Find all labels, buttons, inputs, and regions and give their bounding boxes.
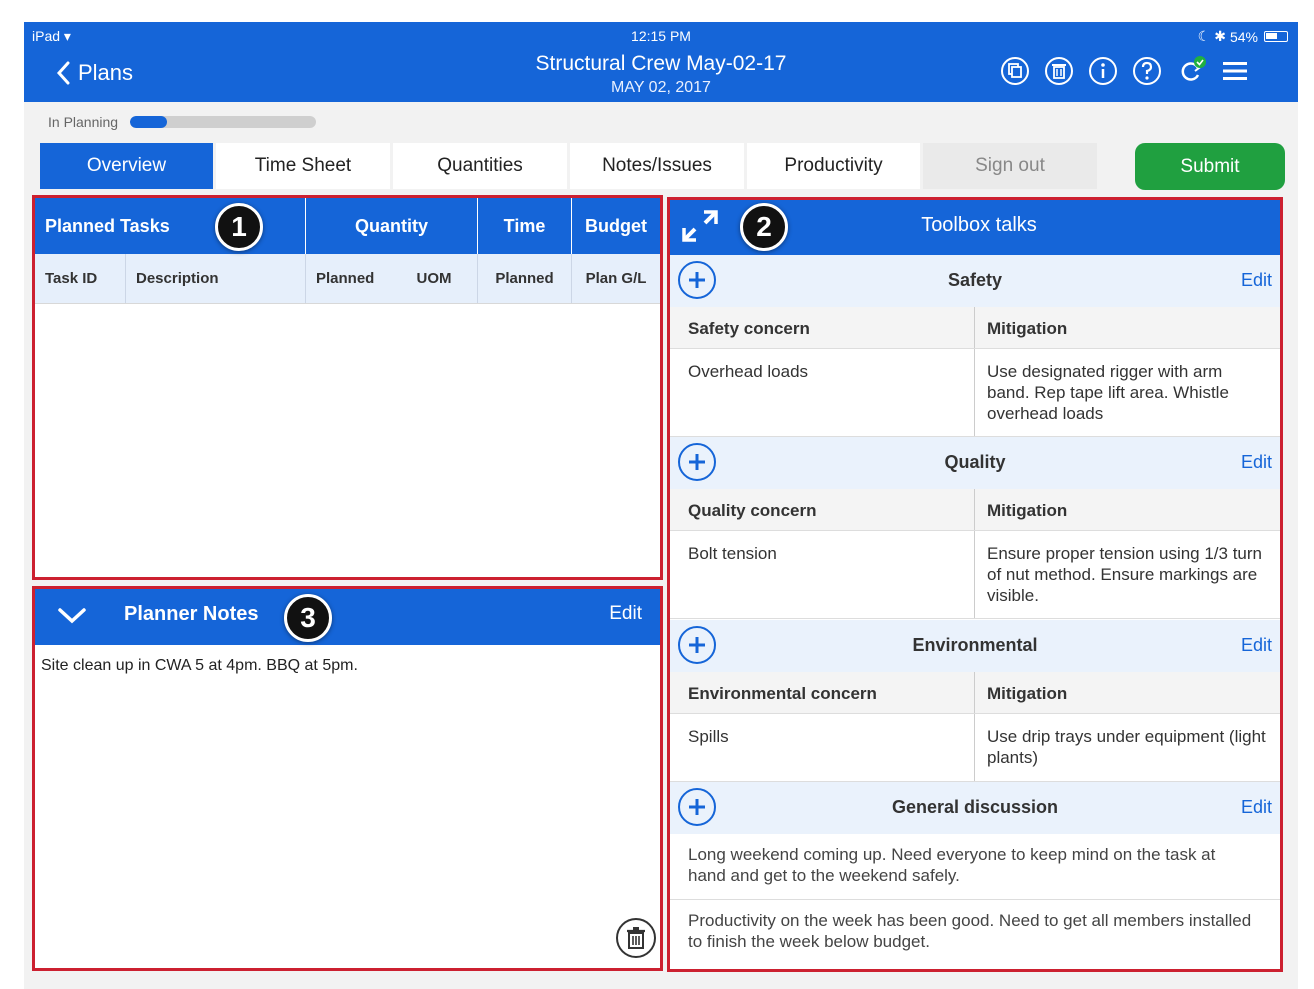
plan-progress-fill [130,116,168,128]
col-quantity-planned[interactable]: Planned [305,254,391,303]
planned-tasks-columns: Task ID Description Planned UOM Planned … [35,254,660,304]
safety-mitigation: Use designated rigger with arm band. Rep… [987,362,1229,423]
safety-section-header: Safety Edit [670,255,1280,307]
discussion-item[interactable]: Productivity on the week has been good. … [670,900,1280,969]
status-time: 12:15 PM [631,28,691,44]
toolbox-talks-panel: Toolbox talks 2 Safety Edit Safety conce… [667,197,1283,972]
environmental-concern: Spills [688,727,729,746]
quality-column-header: Quality concern Mitigation [670,489,1280,531]
info-icon[interactable] [1088,56,1118,86]
plan-status: In Planning [48,114,317,130]
quality-concern: Bolt tension [688,544,777,563]
environmental-title: Environmental [912,635,1038,655]
col-task-id[interactable]: Task ID [35,254,125,303]
plan-status-label: In Planning [48,114,119,130]
tab-notes-issues[interactable]: Notes/Issues [570,143,744,189]
planner-notes-edit-button[interactable]: Edit [609,603,642,625]
safety-column-header: Safety concern Mitigation [670,307,1280,349]
battery-percent: 54% [1229,28,1258,45]
chevron-down-icon[interactable] [57,606,87,626]
environmental-edit-button[interactable]: Edit [1241,635,1272,656]
tab-quantities[interactable]: Quantities [393,143,567,189]
battery-icon [1264,31,1288,42]
quality-edit-button[interactable]: Edit [1241,452,1272,473]
tab-overview[interactable]: Overview [40,143,213,189]
submit-button[interactable]: Submit [1135,143,1285,190]
planner-notes-text[interactable]: Site clean up in CWA 5 at 4pm. BBQ at 5p… [41,657,358,675]
callout-badge-2: 2 [740,203,788,251]
safety-edit-button[interactable]: Edit [1241,270,1272,291]
tab-sign-out[interactable]: Sign out [923,143,1097,189]
quality-title: Quality [944,452,1006,472]
planned-tasks-panel: Planned Tasks Quantity Time Budget Task … [32,195,663,580]
plan-progress-bar [130,116,317,128]
quality-section-header: Quality Edit [670,437,1280,489]
environmental-mitigation: Use drip trays under equipment (light pl… [987,727,1266,767]
planner-notes-header: Planner Notes Edit [35,589,660,645]
sync-icon[interactable] [1176,56,1206,86]
tab-time-sheet[interactable]: Time Sheet [216,143,390,189]
ipad-app-window: iPad ▾ 12:15 PM ☾ ✱ 54% Plans Structural… [24,22,1298,989]
planned-tasks-title: Planned Tasks [45,215,170,236]
environmental-column-header: Environmental concern Mitigation [670,672,1280,714]
planned-tasks-table: Planned Tasks Quantity Time Budget Task … [35,198,660,304]
discussion-item[interactable]: Long weekend coming up. Need everyone to… [670,834,1280,900]
menu-icon[interactable] [1220,56,1250,86]
col-time-planned[interactable]: Planned [477,254,571,303]
planned-tasks-header: Planned Tasks Quantity Time Budget [35,198,660,254]
status-right: ☾ ✱ 54% [1198,28,1288,45]
safety-concern-header: Safety concern [688,319,810,338]
tab-bar: Overview Time Sheet Quantities Notes/Iss… [40,143,1097,189]
general-discussion-title: General discussion [891,797,1059,817]
callout-badge-3: 3 [284,594,332,642]
safety-mitigation-header: Mitigation [987,319,1068,338]
planner-notes-panel: Planner Notes Edit 3 Site clean up in CW… [32,586,663,971]
planner-notes-title: Planner Notes [124,603,259,625]
environmental-concern-header: Environmental concern [688,684,877,703]
time-group-header: Time [477,198,571,254]
quality-concern-header: Quality concern [688,501,817,520]
moon-icon: ☾ [1197,28,1211,44]
bluetooth-icon: ✱ [1214,28,1226,44]
quantity-group-header: Quantity [305,198,477,254]
safety-row[interactable]: Overhead loads Use designated rigger wit… [670,349,1280,437]
environmental-row[interactable]: Spills Use drip trays under equipment (l… [670,714,1280,782]
quality-row[interactable]: Bolt tension Ensure proper tension using… [670,531,1280,619]
delete-icon[interactable] [1044,56,1074,86]
environmental-mitigation-header: Mitigation [987,684,1068,703]
col-plan-gl[interactable]: Plan G/L [571,254,660,303]
general-discussion-header: General discussion Edit [670,782,1280,834]
safety-title: Safety [947,270,1003,290]
header-actions [1000,56,1250,86]
quality-mitigation-header: Mitigation [987,501,1068,520]
copy-icon[interactable] [1000,56,1030,86]
help-icon[interactable] [1132,56,1162,86]
col-description[interactable]: Description [125,254,305,303]
environmental-section-header: Environmental Edit [670,620,1280,672]
safety-concern: Overhead loads [688,362,809,381]
top-navigation-bar: iPad ▾ 12:15 PM ☾ ✱ 54% Plans Structural… [24,22,1298,102]
quality-mitigation: Ensure proper tension using 1/3 turn of … [987,544,1263,605]
callout-badge-1: 1 [215,203,263,251]
general-discussion-edit-button[interactable]: Edit [1241,797,1272,818]
tab-productivity[interactable]: Productivity [747,143,920,189]
col-uom[interactable]: UOM [391,254,477,303]
trash-icon[interactable] [616,918,656,958]
budget-group-header: Budget [571,198,660,254]
